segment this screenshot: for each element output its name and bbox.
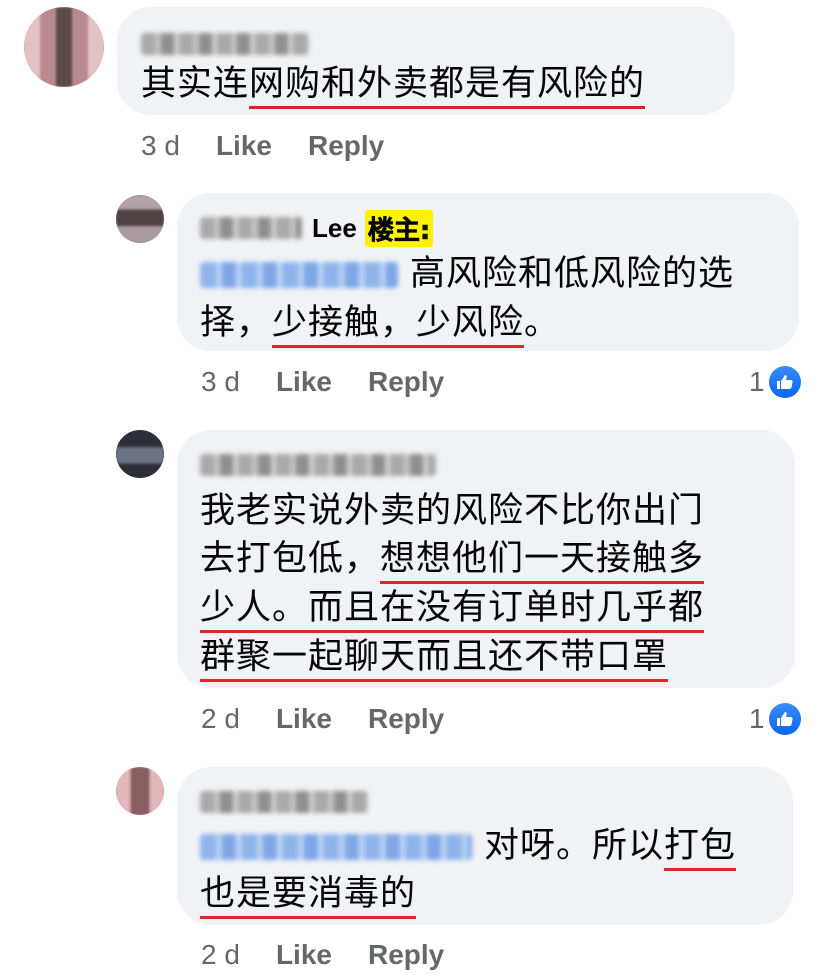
comment-text: 择，少接触，少风险。: [200, 298, 560, 348]
like-button[interactable]: Like: [276, 939, 332, 971]
timestamp[interactable]: 2 d: [201, 703, 240, 735]
reply-button[interactable]: Reply: [368, 703, 444, 735]
avatar[interactable]: [116, 767, 164, 815]
author-name-blurred[interactable]: [200, 448, 436, 482]
author-name[interactable]: Lee 楼主:: [200, 209, 434, 247]
comment-text: 我老实说外卖的风险不比你出门: [200, 491, 705, 531]
reaction-count[interactable]: 1: [749, 362, 801, 402]
timestamp[interactable]: 2 d: [201, 939, 240, 971]
timestamp[interactable]: 3 d: [201, 366, 240, 398]
like-button[interactable]: Like: [276, 703, 332, 735]
comment-text: 少人。而且在没有订单时几乎都: [200, 583, 705, 633]
avatar[interactable]: [116, 430, 164, 478]
comment-actions: 2 d Like Reply: [201, 935, 480, 975]
thumbs-up-icon: [768, 366, 801, 398]
avatar[interactable]: [116, 195, 164, 243]
reaction-count[interactable]: 1: [749, 699, 801, 739]
comment-text: 其实连网购和外卖都是有风险的: [141, 59, 646, 109]
original-poster-badge: 楼主:: [364, 209, 434, 247]
comment-actions: 2 d Like Reply: [201, 699, 480, 739]
avatar[interactable]: [24, 7, 104, 87]
comment-text: 对呀。所以打包: [200, 821, 737, 871]
author-name-blurred[interactable]: [141, 27, 309, 61]
comment-text: 高风险和低风险的选: [200, 249, 734, 299]
timestamp[interactable]: 3 d: [141, 130, 180, 162]
comment-actions: 3 d Like Reply: [201, 362, 480, 402]
comment-actions: 3 d Like Reply: [141, 126, 420, 166]
like-button[interactable]: Like: [276, 366, 332, 398]
author-name-blurred[interactable]: [200, 785, 368, 819]
thumbs-up-icon: [768, 703, 801, 735]
reply-button[interactable]: Reply: [368, 939, 444, 971]
reply-button[interactable]: Reply: [308, 130, 384, 162]
comment-text: 群聚一起聊天而且还不带口罩: [200, 632, 669, 682]
mentioned-user-tag[interactable]: [200, 834, 472, 860]
comment-text: 也是要消毒的: [200, 869, 417, 919]
like-button[interactable]: Like: [216, 130, 272, 162]
comment-text: 去打包低，想想他们一天接触多: [200, 534, 705, 584]
mentioned-user-tag[interactable]: [200, 262, 398, 288]
reply-button[interactable]: Reply: [368, 366, 444, 398]
